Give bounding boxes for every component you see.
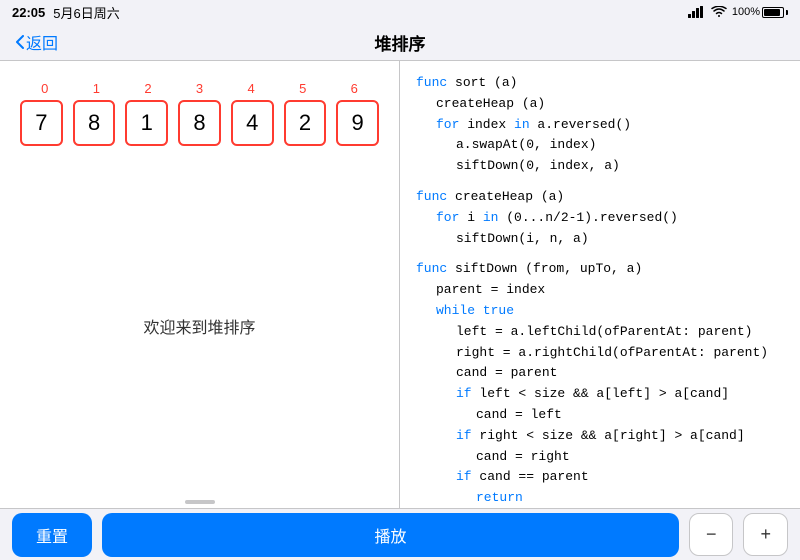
code-panel: func sort (a)createHeap (a)for index in … — [400, 61, 800, 508]
array-cells: 7818429 — [20, 100, 379, 146]
code-line: createHeap (a) — [416, 94, 784, 115]
welcome-text: 欢迎来到堆排序 — [0, 156, 399, 496]
battery-indicator: 100% — [732, 6, 788, 18]
decrement-button[interactable]: − — [689, 513, 734, 556]
array-index: 1 — [76, 81, 118, 96]
code-line: return — [416, 488, 784, 508]
array-cell: 2 — [284, 100, 327, 146]
code-line: a.swapAt(0, index) — [416, 135, 784, 156]
increment-button[interactable]: + — [743, 513, 788, 556]
status-icons: 100% — [688, 6, 788, 18]
array-index: 6 — [333, 81, 375, 96]
code-line: left = a.leftChild(ofParentAt: parent) — [416, 322, 784, 343]
code-line: if cand == parent — [416, 467, 784, 488]
code-line: if right < size && a[right] > a[cand] — [416, 426, 784, 447]
code-blank-line — [416, 249, 784, 259]
status-date: 5月6日周六 — [53, 3, 119, 22]
code-line: siftDown(i, n, a) — [416, 229, 784, 250]
array-index: 3 — [179, 81, 221, 96]
page-title: 堆排序 — [375, 30, 426, 55]
main-content: 0123456 7818429 欢迎来到堆排序 func sort (a)cre… — [0, 60, 800, 508]
scroll-dot — [185, 500, 215, 504]
back-icon — [16, 35, 24, 49]
array-cell: 7 — [20, 100, 63, 146]
array-index: 2 — [127, 81, 169, 96]
code-line: right = a.rightChild(ofParentAt: parent) — [416, 343, 784, 364]
status-time: 22:05 — [12, 5, 45, 20]
code-line: siftDown(0, index, a) — [416, 156, 784, 177]
array-cell: 8 — [73, 100, 116, 146]
array-index: 5 — [282, 81, 324, 96]
back-label: 返回 — [26, 30, 58, 54]
array-cell: 9 — [336, 100, 379, 146]
code-line: cand = left — [416, 405, 784, 426]
code-line: func siftDown (from, upTo, a) — [416, 259, 784, 280]
array-indices: 0123456 — [20, 81, 379, 96]
code-line: for i in (0...n/2-1).reversed() — [416, 208, 784, 229]
code-blank-line — [416, 177, 784, 187]
code-line: parent = index — [416, 280, 784, 301]
signal-icon — [688, 6, 706, 18]
wifi-icon — [711, 6, 727, 18]
code-line: func createHeap (a) — [416, 187, 784, 208]
code-line: while true — [416, 301, 784, 322]
status-bar: 22:05 5月6日周六 100% — [0, 0, 800, 24]
array-cell: 8 — [178, 100, 221, 146]
array-section: 0123456 7818429 — [0, 61, 399, 156]
code-line: cand = right — [416, 447, 784, 468]
array-cell: 4 — [231, 100, 274, 146]
array-index: 4 — [230, 81, 272, 96]
bottom-controls: 重置 播放 − + — [0, 508, 800, 560]
nav-bar: 返回 堆排序 — [0, 24, 800, 60]
back-button[interactable]: 返回 — [16, 30, 58, 54]
reset-button[interactable]: 重置 — [12, 513, 92, 557]
array-index: 0 — [24, 81, 66, 96]
battery-percent: 100% — [732, 6, 760, 18]
code-line: cand = parent — [416, 363, 784, 384]
code-line: func sort (a) — [416, 73, 784, 94]
code-line: for index in a.reversed() — [416, 115, 784, 136]
play-button[interactable]: 播放 — [102, 513, 679, 557]
left-panel: 0123456 7818429 欢迎来到堆排序 — [0, 61, 400, 508]
array-cell: 1 — [125, 100, 168, 146]
scroll-indicator — [0, 496, 399, 508]
code-line: if left < size && a[left] > a[cand] — [416, 384, 784, 405]
